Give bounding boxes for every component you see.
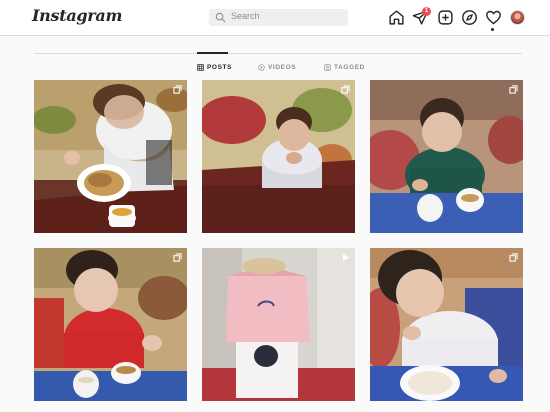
- notification-badge: 1: [422, 7, 431, 16]
- tab-videos[interactable]: VIDEOS: [258, 62, 296, 72]
- post-photo: [370, 80, 523, 233]
- active-tab-indicator: [197, 52, 228, 54]
- tab-tagged[interactable]: TAGGED: [324, 62, 365, 72]
- post-photo: [202, 80, 355, 233]
- profile-tabs-divider: [34, 53, 522, 54]
- post-thumbnail[interactable]: [34, 80, 187, 233]
- post-thumbnail[interactable]: [202, 248, 355, 401]
- carousel-icon: [173, 85, 182, 94]
- post-photo: [34, 248, 187, 401]
- tab-posts[interactable]: POSTS: [197, 62, 232, 72]
- carousel-icon: [341, 85, 350, 94]
- carousel-icon: [173, 253, 182, 262]
- post-thumbnail[interactable]: [370, 80, 523, 233]
- search-icon: [215, 12, 226, 23]
- tagged-icon: [324, 63, 331, 71]
- post-thumbnail[interactable]: [202, 80, 355, 233]
- search-placeholder: Search: [231, 11, 260, 21]
- tab-tagged-label: TAGGED: [334, 63, 365, 71]
- profile-avatar[interactable]: [510, 10, 525, 25]
- video-icon: [258, 63, 265, 71]
- carousel-icon: [509, 253, 518, 262]
- top-navigation-bar: Instagram Search 1: [0, 0, 550, 36]
- new-post-icon[interactable]: [437, 9, 454, 26]
- tab-videos-label: VIDEOS: [268, 63, 297, 71]
- active-indicator-dot: [491, 28, 494, 31]
- post-thumbnail[interactable]: [370, 248, 523, 401]
- explore-icon[interactable]: [461, 9, 478, 26]
- tab-posts-label: POSTS: [207, 63, 233, 71]
- post-photo: [34, 80, 187, 233]
- home-icon[interactable]: [388, 9, 405, 26]
- post-photo: [370, 248, 523, 401]
- video-icon: [342, 253, 350, 262]
- activity-heart-icon[interactable]: [485, 9, 502, 26]
- instagram-logo[interactable]: Instagram: [32, 6, 122, 25]
- carousel-icon: [509, 85, 518, 94]
- post-photo: [202, 248, 355, 401]
- post-thumbnail[interactable]: [34, 248, 187, 401]
- search-input[interactable]: Search: [209, 9, 348, 26]
- grid-icon: [197, 63, 204, 71]
